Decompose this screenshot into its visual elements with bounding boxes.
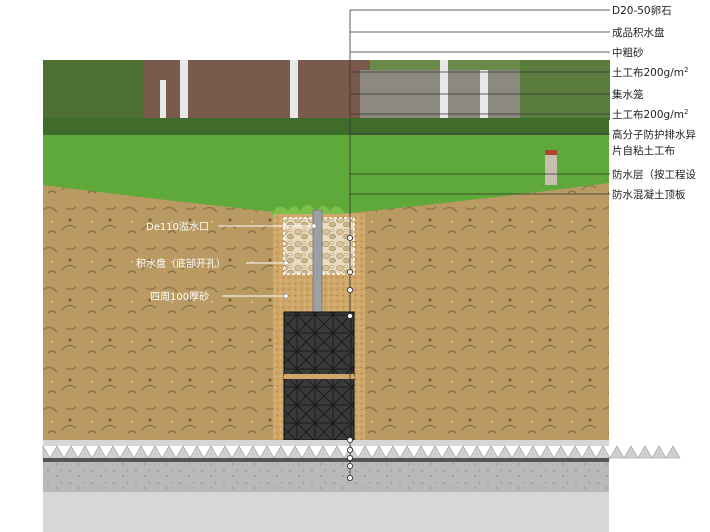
right-labels: D20-50卵石 成品积水盘 中粗砂 土工布200g/m2 集水笼 土工布200… (612, 5, 696, 201)
label-geotextile-mid-text: 土工布200g/m (612, 108, 684, 121)
label-geotextile-top-sup: 2 (684, 66, 688, 74)
drainage-board (43, 440, 609, 446)
label-geotextile-top-text: 土工布200g/m (612, 66, 684, 79)
collection-tank (283, 311, 355, 441)
background-photo (43, 60, 610, 215)
label-geotextile-top: 土工布200g/m2 (612, 66, 688, 79)
label-waterproof: 防水层（按工程设 (612, 168, 696, 181)
label-sand: 中粗砂 (612, 46, 644, 59)
label-geotextile-mid: 土工布200g/m2 (612, 108, 688, 121)
label-geotextile-mid-sup: 2 (684, 108, 688, 116)
label-perimeter: 四周100厚砂 (150, 290, 209, 303)
concrete-slab (43, 462, 609, 492)
label-overflow: De110溢水口 (146, 220, 209, 233)
label-cage: 集水笼 (612, 88, 644, 101)
dimple-layer (42, 444, 681, 461)
label-tank: 成品积水盘 (612, 26, 665, 39)
label-tray: 积水盘（底部开孔） (136, 257, 226, 270)
slab-edge (43, 492, 609, 532)
label-drain-board-line2: 片自粘土工布 (612, 144, 675, 157)
drainage-detail-diagram: D20-50卵石 成品积水盘 中粗砂 土工布200g/m2 集水笼 土工布200… (42, 5, 696, 532)
label-drain-board: 高分子防护排水异 (612, 128, 696, 141)
label-slab: 防水混凝土顶板 (612, 188, 686, 201)
waterproof-layer (43, 458, 609, 462)
label-pebble: D20-50卵石 (612, 5, 672, 17)
